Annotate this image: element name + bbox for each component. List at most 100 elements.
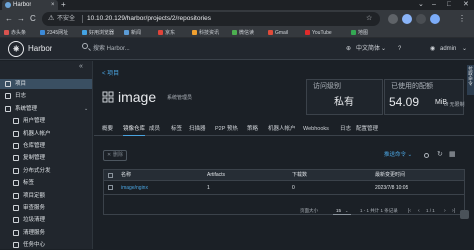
sidebar-item[interactable]: 垃圾清理: [0, 215, 92, 225]
project-tab[interactable]: 机器人帐户: [268, 124, 296, 134]
project-tab[interactable]: 标签: [171, 124, 182, 134]
bookmark-label: 2345网址: [47, 30, 69, 36]
project-tab[interactable]: 镜像仓库: [123, 124, 146, 136]
bookmark-star-icon[interactable]: ☆: [366, 13, 372, 25]
scroll-up-button[interactable]: [460, 210, 469, 219]
first-page-icon[interactable]: |‹: [408, 206, 411, 216]
bookmark-label: Gmail: [275, 30, 289, 36]
table-row[interactable]: image/nginx 1 0 2023/7/8 10:05: [104, 181, 464, 195]
bookmark-item[interactable]: YouTube: [305, 28, 345, 38]
chevron-down-icon[interactable]: ⌄: [381, 43, 386, 55]
sidebar-item[interactable]: 系统管理 ⌄: [0, 104, 92, 114]
bookmark-icon: [4, 30, 9, 35]
sidebar-item[interactable]: 日志: [0, 91, 92, 101]
sidebar-item[interactable]: 项目定额: [0, 191, 92, 201]
bookmark-item[interactable]: 赤头条: [4, 28, 44, 38]
project-tab[interactable]: 配置管理: [356, 124, 378, 134]
search-icon[interactable]: [424, 153, 429, 158]
browser-menu-icon[interactable]: ⋮: [458, 11, 466, 27]
url-text[interactable]: 10.10.20.129/harbor/projects/2/repositor…: [87, 13, 211, 25]
select-all-checkbox[interactable]: [108, 173, 113, 178]
bookmark-item[interactable]: Gmail: [268, 28, 308, 38]
project-tab[interactable]: Webhooks: [303, 124, 329, 134]
bookmark-item[interactable]: 地图: [351, 28, 391, 38]
bookmark-item[interactable]: 2345网址: [40, 28, 80, 38]
project-tab[interactable]: 策略: [247, 124, 258, 134]
delete-button[interactable]: ✕ 删除: [103, 150, 127, 161]
browser-tab[interactable]: Harbor ×: [2, 0, 58, 10]
nav-icon: [13, 217, 19, 224]
sidebar-item[interactable]: 机器人帐户: [0, 129, 92, 139]
sidebar-item[interactable]: 用户管理: [0, 116, 92, 126]
column-artifacts[interactable]: Artifacts: [207, 170, 225, 181]
page-size-select[interactable]: 15 ⌄: [333, 207, 351, 215]
harbor-favicon-icon: [5, 2, 11, 8]
bookmark-icon: [192, 30, 197, 35]
sidebar-item[interactable]: 清理服务: [0, 228, 92, 238]
last-page-icon[interactable]: ›|: [452, 206, 455, 216]
new-tab-button[interactable]: +: [61, 0, 66, 10]
sidebar-item[interactable]: 分布式分发: [0, 166, 92, 176]
reload-button[interactable]: C: [30, 11, 36, 27]
close-window-button[interactable]: ✕: [463, 0, 469, 10]
bookmark-icon: [305, 30, 310, 35]
next-page-icon[interactable]: ›: [444, 206, 446, 216]
back-button[interactable]: ←: [5, 11, 13, 27]
account-icon[interactable]: [430, 14, 440, 24]
chevron-down-icon[interactable]: ⌄: [462, 43, 467, 55]
sidebar-item[interactable]: 标签: [0, 178, 92, 188]
sidebar-item[interactable]: 审查服务: [0, 203, 92, 213]
user-menu[interactable]: admin: [440, 43, 456, 55]
bookmark-item[interactable]: 微信读: [232, 28, 272, 38]
tab-search-icon[interactable]: ⌄: [418, 0, 424, 10]
harbor-logo[interactable]: ⎈: [8, 41, 24, 57]
sidebar-item-label: 系统管理: [15, 105, 38, 112]
language-selector[interactable]: 中文简体: [356, 43, 380, 55]
project-tab[interactable]: 扫描器: [189, 124, 206, 134]
global-search-input[interactable]: 搜索 Harbor...: [93, 43, 130, 55]
collapse-sidebar-icon[interactable]: «: [79, 63, 83, 71]
nav-icon: [13, 118, 19, 125]
close-icon: ✕: [107, 152, 112, 158]
bookmark-label: 新闻: [131, 30, 142, 36]
grid-view-icon[interactable]: ▦: [449, 150, 456, 160]
push-command-dropdown[interactable]: 推送命令 ⌄: [384, 150, 412, 160]
tab-close-icon[interactable]: ×: [51, 1, 55, 9]
side-panel-tab[interactable]: 拉取命令: [467, 65, 474, 95]
breadcrumb[interactable]: < 项目: [102, 69, 119, 79]
bookmark-item[interactable]: 好用浏览器: [82, 28, 122, 38]
side-panel-label: 拉取命令: [468, 66, 473, 86]
project-tab[interactable]: 日志: [340, 124, 351, 134]
row-checkbox[interactable]: [108, 185, 113, 190]
browser-tabstrip: Harbor × + ⌄ – □ ✕: [0, 0, 474, 10]
security-label: 不安全: [57, 16, 76, 22]
column-updated[interactable]: 最新变更时间: [375, 170, 405, 181]
bookmark-item[interactable]: 科技资讯: [192, 28, 232, 38]
project-tab[interactable]: 成员: [149, 124, 160, 134]
profile-avatar[interactable]: [402, 14, 412, 24]
column-name[interactable]: 名称: [121, 170, 131, 181]
extension-icon[interactable]: [388, 14, 398, 24]
prev-page-icon[interactable]: ‹: [418, 206, 420, 216]
address-bar[interactable]: ⚠ 不安全 10.10.20.129/harbor/projects/2/rep…: [42, 12, 380, 26]
help-icon[interactable]: ?: [398, 43, 401, 55]
project-tab[interactable]: P2P 预热: [215, 124, 238, 134]
chevron-down-icon[interactable]: ⌄: [84, 104, 88, 114]
project-tab[interactable]: 概要: [102, 124, 113, 134]
repo-name-link[interactable]: image/nginx: [121, 181, 148, 195]
maximize-button[interactable]: □: [447, 0, 451, 10]
harbor-logo-icon: ⎈: [13, 45, 20, 53]
sidebar-item[interactable]: 仓库管理: [0, 141, 92, 151]
forward-button[interactable]: →: [17, 11, 25, 27]
sidebar-item[interactable]: 复制管理: [0, 153, 92, 163]
refresh-icon[interactable]: ↻: [437, 150, 443, 160]
column-pulls[interactable]: 下载数: [292, 170, 307, 181]
nav-icon: [5, 81, 11, 87]
artifacts-count: 1: [207, 185, 210, 191]
record-range: 1 - 1 共计 1 条记录: [360, 208, 398, 213]
minimize-button[interactable]: –: [432, 0, 436, 10]
split-view-icon[interactable]: [416, 14, 426, 24]
pull-count: 0: [292, 185, 295, 191]
sidebar-item[interactable]: 项目: [0, 79, 92, 89]
sidebar-item-label: 日志: [15, 93, 27, 100]
